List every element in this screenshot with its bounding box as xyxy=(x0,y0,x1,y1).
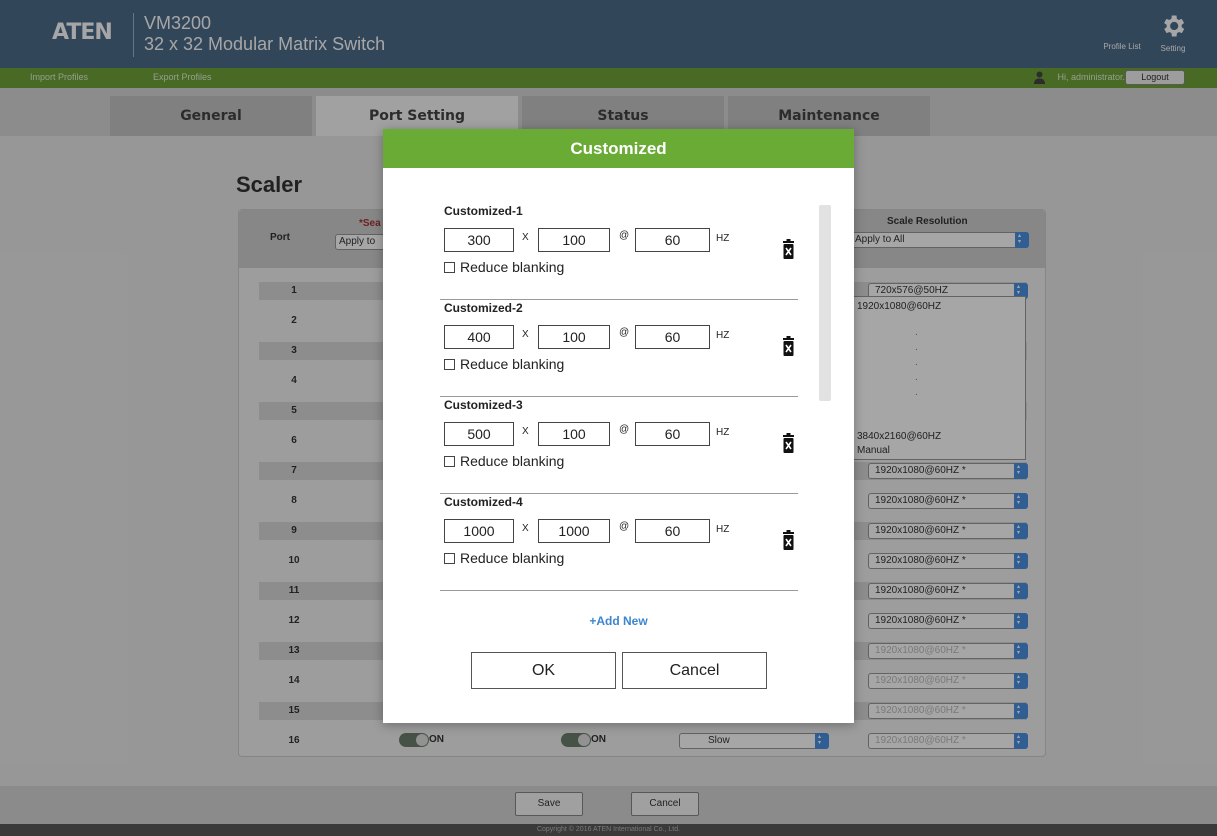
reduce-blanking-checkbox[interactable]: Reduce blanking xyxy=(444,550,564,566)
at-symbol: @ xyxy=(619,521,630,532)
at-symbol: @ xyxy=(619,327,630,338)
checkbox-box[interactable] xyxy=(444,359,455,370)
entry-title: Customized-3 xyxy=(444,398,523,412)
add-new-button[interactable]: +Add New xyxy=(383,614,854,628)
height-input[interactable]: 1000 xyxy=(538,519,610,543)
ok-button[interactable]: OK xyxy=(471,652,616,689)
reduce-blanking-label: Reduce blanking xyxy=(460,356,565,372)
times-symbol: X xyxy=(522,232,529,243)
customized-entry: Customized-4 1000 X 1000 @60 HZ Reduce blankin… xyxy=(440,495,798,591)
reduce-blanking-checkbox[interactable]: Reduce blanking xyxy=(444,259,564,275)
hz-label: HZ xyxy=(716,427,730,438)
entry-title: Customized-2 xyxy=(444,301,523,315)
entry-divider xyxy=(440,590,798,591)
customized-entry: Customized-1 300 X 100 @60 HZ Reduce blanking xyxy=(440,204,798,300)
entry-title: Customized-4 xyxy=(444,495,523,509)
trash-icon[interactable] xyxy=(782,336,795,358)
reduce-blanking-checkbox[interactable]: Reduce blanking xyxy=(444,453,564,469)
dialog-title: Customized xyxy=(383,129,854,168)
trash-icon[interactable] xyxy=(782,239,795,261)
checkbox-box[interactable] xyxy=(444,553,455,564)
hz-label: HZ xyxy=(716,233,730,244)
entry-divider xyxy=(440,493,798,494)
dialog-cancel-button[interactable]: Cancel xyxy=(622,652,767,689)
hz-label: HZ xyxy=(716,524,730,535)
checkbox-box[interactable] xyxy=(444,262,455,273)
at-symbol: @ xyxy=(619,230,630,241)
height-input[interactable]: 100 xyxy=(538,228,610,252)
at-symbol: @ xyxy=(619,424,630,435)
times-symbol: X xyxy=(522,329,529,340)
height-input[interactable]: 100 xyxy=(538,422,610,446)
entry-title: Customized-1 xyxy=(444,204,523,218)
customized-entry: Customized-3 500 X 100 @60 HZ Reduce blanking xyxy=(440,398,798,494)
height-input[interactable]: 100 xyxy=(538,325,610,349)
width-input[interactable]: 400 xyxy=(444,325,514,349)
trash-icon[interactable] xyxy=(782,530,795,552)
reduce-blanking-label: Reduce blanking xyxy=(460,550,565,566)
hz-label: HZ xyxy=(716,330,730,341)
times-symbol: X xyxy=(522,426,529,437)
checkbox-box[interactable] xyxy=(444,456,455,467)
reduce-blanking-label: Reduce blanking xyxy=(460,259,565,275)
width-input[interactable]: 300 xyxy=(444,228,514,252)
customized-entry: Customized-2 400 X 100 @60 HZ Reduce blanking xyxy=(440,301,798,397)
reduce-blanking-label: Reduce blanking xyxy=(460,453,565,469)
times-symbol: X xyxy=(522,523,529,534)
refresh-rate-input[interactable]: 60 xyxy=(635,325,710,349)
entry-divider xyxy=(440,299,798,300)
width-input[interactable]: 1000 xyxy=(444,519,514,543)
trash-icon[interactable] xyxy=(782,433,795,455)
refresh-rate-input[interactable]: 60 xyxy=(635,422,710,446)
entry-divider xyxy=(440,396,798,397)
reduce-blanking-checkbox[interactable]: Reduce blanking xyxy=(444,356,564,372)
refresh-rate-input[interactable]: 60 xyxy=(635,228,710,252)
refresh-rate-input[interactable]: 60 xyxy=(635,519,710,543)
customized-dialog: Customized Customized-1 300 X 100 @60 HZ Reduc… xyxy=(383,129,854,723)
width-input[interactable]: 500 xyxy=(444,422,514,446)
dialog-scrollbar[interactable] xyxy=(819,205,831,401)
